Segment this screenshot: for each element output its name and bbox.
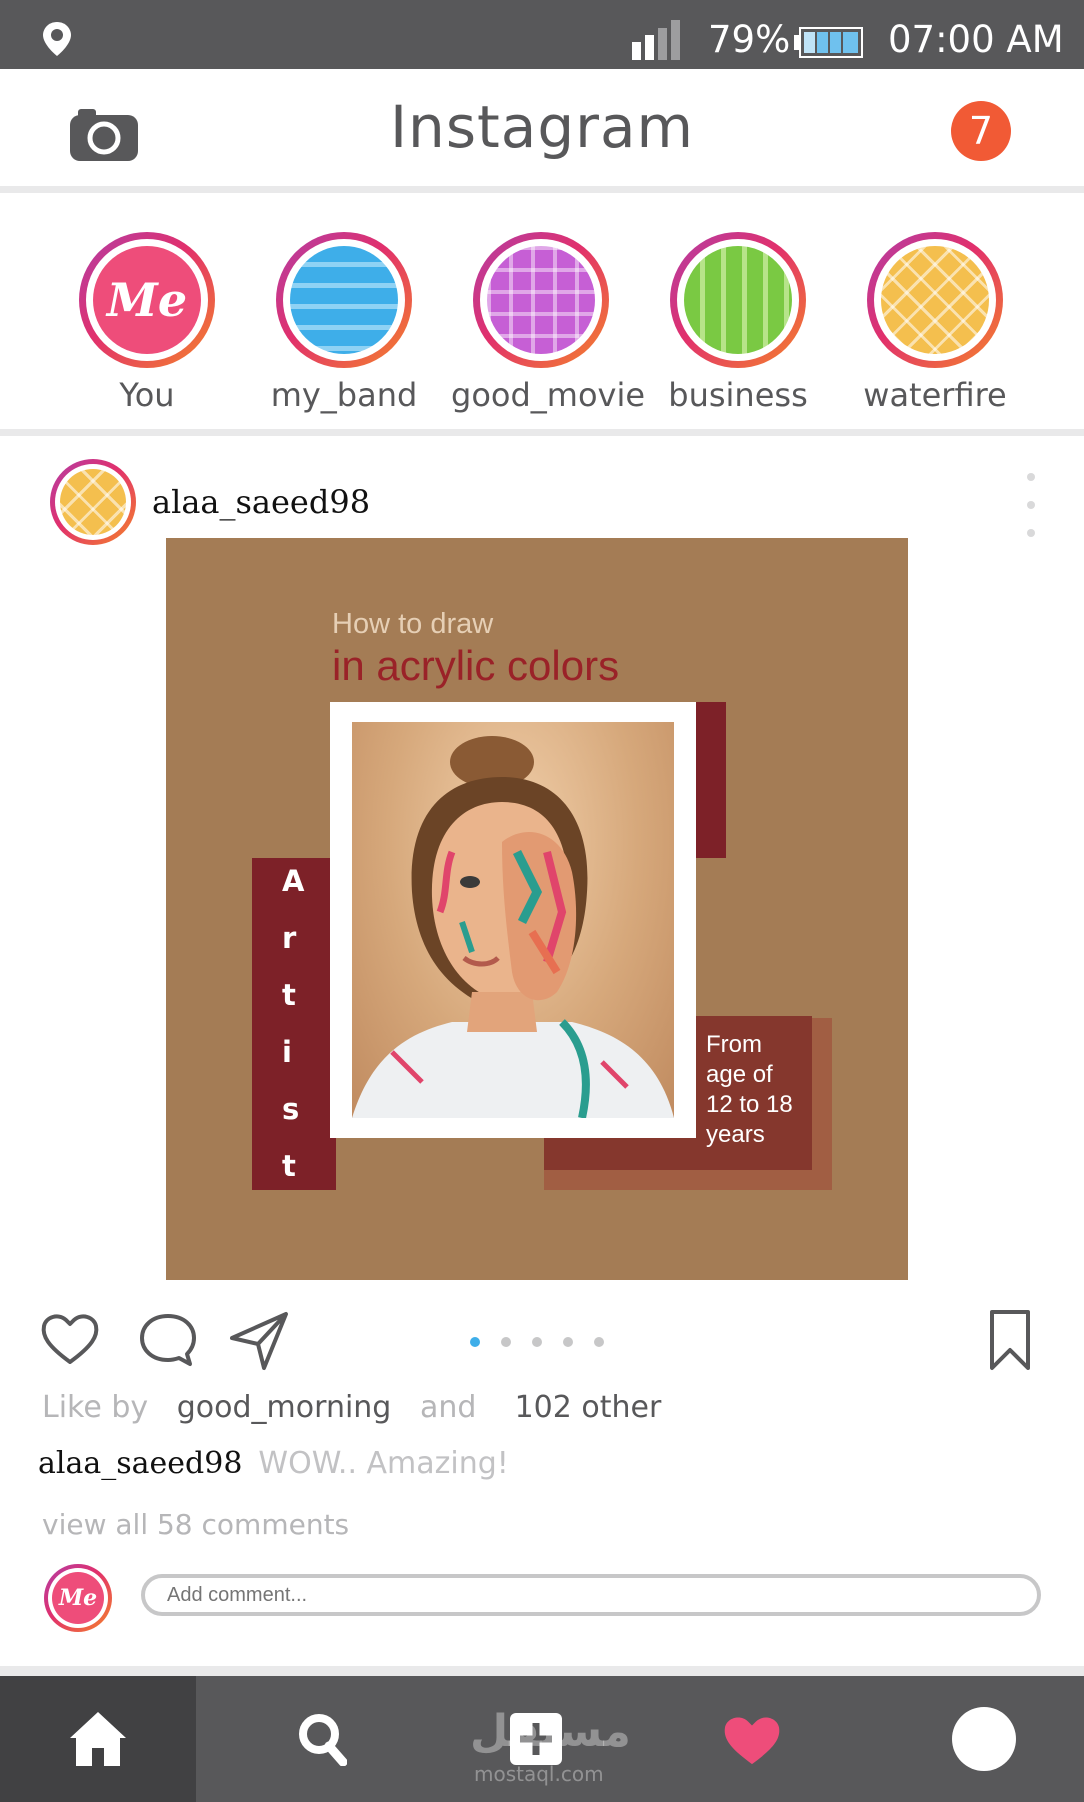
photo-frame (330, 702, 696, 1138)
painted-face-photo (352, 722, 674, 1118)
artist-vertical-text: A r t i s t (252, 866, 336, 1208)
caption-username[interactable]: alaa_saeed98 (38, 1446, 242, 1481)
post-author-avatar[interactable] (50, 459, 136, 545)
watermark-sub: mostaql.com (474, 1762, 604, 1786)
age-line: age of (706, 1061, 773, 1088)
likes-prefix: Like by (42, 1390, 149, 1425)
story-ring (867, 232, 1003, 368)
story-you[interactable]: Me You (57, 232, 237, 414)
notification-badge[interactable]: 7 (951, 101, 1011, 161)
decor-bar (694, 702, 726, 858)
caption-text: WOW.. Amazing! (258, 1446, 509, 1481)
age-range-text: From age of 12 to 18 years (706, 1030, 826, 1150)
my-avatar: Me (44, 1564, 112, 1632)
likes-summary: Like by good_morning and 102 other (42, 1390, 661, 1425)
likes-user-link[interactable]: good_morning (177, 1390, 392, 1425)
story-ring (276, 232, 412, 368)
add-comment-input[interactable] (141, 1574, 1041, 1616)
nav-home[interactable] (0, 1676, 196, 1802)
status-bar: 79% 07:00 AM (0, 0, 1084, 69)
clock-time: 07:00 AM (888, 18, 1064, 61)
story-label: business (668, 376, 808, 414)
story-label: good_movie (451, 376, 646, 414)
stories-row: Me You my_band good_movie business water… (0, 200, 1084, 436)
search-icon (299, 1714, 347, 1766)
post-header: alaa_saeed98 (0, 443, 1084, 545)
me-avatar-icon: Me (93, 246, 201, 354)
age-line: years (706, 1121, 765, 1148)
comment-icon[interactable] (136, 1308, 200, 1372)
battery-percent: 79% (708, 18, 791, 61)
carousel-dot[interactable] (532, 1337, 542, 1347)
signal-icon (632, 20, 680, 60)
nav-activity[interactable] (654, 1676, 850, 1802)
battery-icon (794, 27, 863, 58)
age-line: 12 to 18 (706, 1091, 793, 1118)
artist-letter: t (282, 978, 296, 1012)
artist-letter: i (282, 1035, 292, 1069)
view-all-comments-link[interactable]: view all 58 comments (42, 1508, 349, 1541)
post-image[interactable]: How to draw in acrylic colors A r t i s … (166, 538, 908, 1280)
app-title: Instagram (389, 93, 695, 161)
story-label: You (119, 376, 175, 414)
artist-letter: s (282, 1092, 300, 1126)
story-business[interactable]: business (648, 232, 828, 414)
artist-letter: A (282, 864, 305, 898)
post-caption: alaa_saeed98 WOW.. Amazing! (38, 1446, 509, 1481)
profile-icon (952, 1707, 1016, 1771)
app-header: Instagram 7 (0, 69, 1084, 193)
nav-search[interactable] (224, 1676, 420, 1802)
comment-row: Me (0, 1562, 1084, 1642)
poster-subtitle: How to draw (332, 608, 494, 640)
story-ring (670, 232, 806, 368)
story-ring (473, 232, 609, 368)
more-options-icon[interactable] (1024, 473, 1038, 543)
story-my-band[interactable]: my_band (254, 232, 434, 414)
home-icon (70, 1712, 126, 1766)
carousel-dot-active[interactable] (470, 1337, 480, 1347)
story-waterfire[interactable]: waterfire (845, 232, 1025, 414)
poster-title: in acrylic colors (332, 642, 620, 689)
age-line: From (706, 1031, 762, 1058)
carousel-dot[interactable] (563, 1337, 573, 1347)
nav-profile[interactable] (886, 1676, 1082, 1802)
post-author-username[interactable]: alaa_saeed98 (152, 483, 370, 521)
artist-letter: r (282, 921, 297, 955)
story-avatar (881, 246, 989, 354)
location-pin-icon (43, 22, 71, 56)
story-label: my_band (270, 376, 418, 414)
carousel-dot[interactable] (594, 1337, 604, 1347)
portrait-illustration (352, 736, 674, 1118)
story-good-movie[interactable]: good_movie (451, 232, 646, 414)
post-actions (0, 1300, 1084, 1380)
watermark-text: مستقل (470, 1706, 631, 1757)
likes-conj: and (419, 1390, 477, 1425)
story-label: waterfire (863, 376, 1007, 414)
bottom-nav: مستقل mostaql.com (0, 1666, 1084, 1802)
carousel-dot[interactable] (501, 1337, 511, 1347)
likes-others-link[interactable]: 102 other (515, 1390, 662, 1425)
me-avatar-icon: Me (52, 1572, 104, 1624)
heart-icon[interactable] (38, 1308, 102, 1372)
story-avatar (290, 246, 398, 354)
carousel-dots (470, 1332, 625, 1348)
artist-letter: t (282, 1149, 296, 1183)
story-ring: Me (79, 232, 215, 368)
story-avatar (487, 246, 595, 354)
heart-filled-icon (724, 1717, 780, 1765)
share-icon[interactable] (228, 1308, 292, 1372)
bookmark-icon[interactable] (982, 1308, 1038, 1372)
story-avatar (684, 246, 792, 354)
